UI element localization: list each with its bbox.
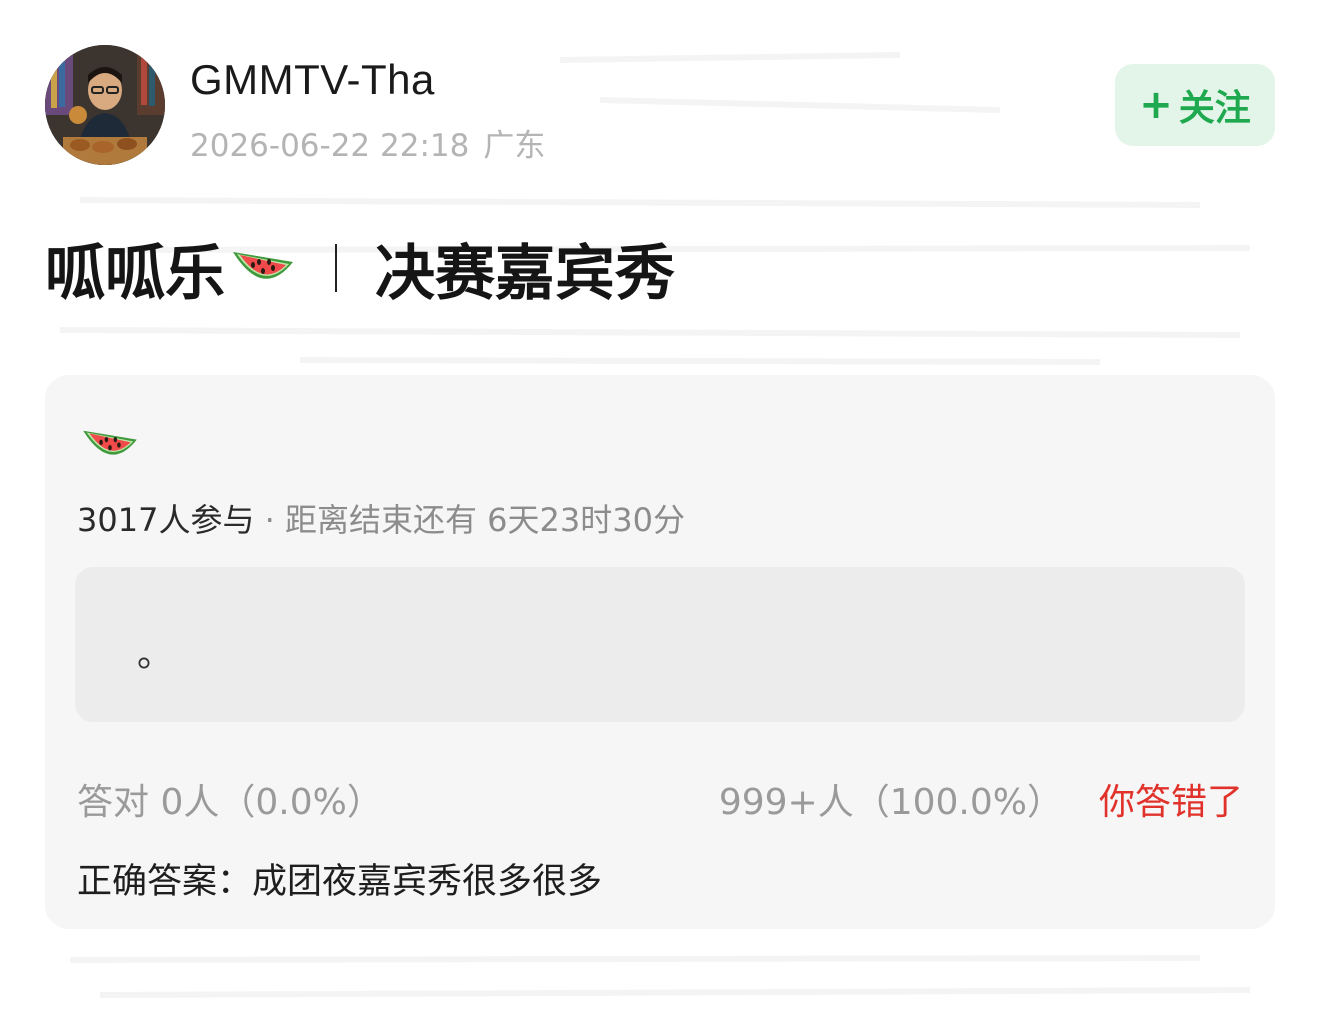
watermelon-icon bbox=[78, 420, 142, 474]
title-part-1: 呱呱乐 bbox=[45, 238, 225, 309]
quiz-stats: 3017人参与 · 距离结束还有 6天23时30分 bbox=[77, 495, 685, 541]
title-separator bbox=[335, 244, 337, 292]
correct-count: 0人（0.0%） bbox=[160, 782, 383, 823]
post-title: 呱呱乐 决赛嘉宾秀 bbox=[45, 228, 675, 309]
plus-icon: + bbox=[1139, 82, 1173, 128]
post-location: 广东 bbox=[483, 128, 546, 164]
correct-label: 答对 bbox=[77, 782, 150, 823]
remaining-time: 6天23时30分 bbox=[487, 501, 685, 539]
quiz-option[interactable]: 。 bbox=[75, 567, 1245, 722]
quiz-card: 3017人参与 · 距离结束还有 6天23时30分 。 答对 0人（0.0%） … bbox=[45, 375, 1275, 929]
your-result: 999+人（100.0%） 你答错了 bbox=[719, 773, 1243, 825]
title-part-2: 决赛嘉宾秀 bbox=[375, 238, 675, 309]
author-name[interactable]: GMMTV-Tha bbox=[190, 56, 435, 104]
participant-count: 3017人参与 bbox=[77, 501, 255, 539]
follow-button[interactable]: + 关注 bbox=[1115, 64, 1275, 146]
remaining-label: 距离结束还有 bbox=[284, 501, 477, 539]
result-status: 你答错了 bbox=[1098, 782, 1243, 823]
answer-text: 成团夜嘉宾秀很多很多 bbox=[252, 862, 603, 902]
post-meta: 2026-06-22 22:18 广东 bbox=[190, 120, 545, 165]
correct-result: 答对 0人（0.0%） bbox=[77, 773, 383, 825]
answer-label: 正确答案： bbox=[77, 862, 253, 902]
watermelon-icon bbox=[229, 238, 297, 298]
correct-answer: 正确答案：成团夜嘉宾秀很多很多 bbox=[77, 853, 602, 904]
other-count: 999+人（100.0%） bbox=[718, 782, 1063, 823]
user-avatar[interactable] bbox=[45, 45, 165, 165]
post-date: 2026-06-22 22:18 bbox=[190, 128, 470, 164]
option-text: 。 bbox=[137, 634, 174, 675]
post-page: GMMTV-Tha 2026-06-22 22:18 广东 + 关注 呱呱乐 决赛… bbox=[0, 0, 1320, 1019]
stats-dot: · bbox=[264, 501, 275, 539]
follow-label: 关注 bbox=[1178, 88, 1251, 129]
